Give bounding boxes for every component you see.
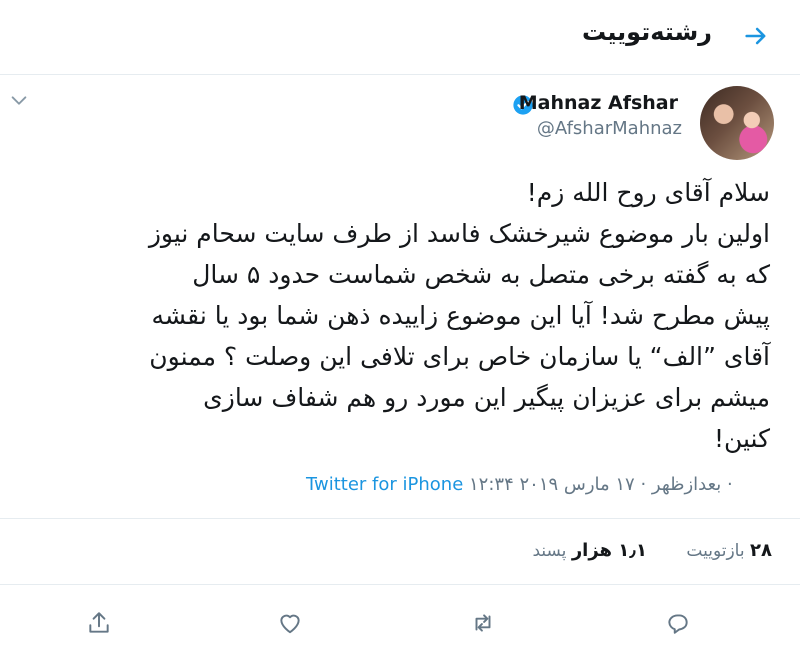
likes-label: پسند [532,541,567,561]
thread-header: رشته‌توییت [0,0,800,75]
page-title: رشته‌توییت [581,18,712,46]
share-icon[interactable] [86,610,112,636]
author-name[interactable]: Mahnaz Afshar [519,92,678,114]
tweet-meta: Twitter for iPhone ۱۲:۳۴ بعدازظهر · ۱۷ م… [306,474,733,495]
retweets-label: بازتوییت [686,541,745,561]
back-arrow-icon[interactable] [742,22,770,50]
tweet-stats: ۲۸ بازتوییت ۱٫۱ هزار پسند [498,540,772,561]
tweet-text-line: کنین! [713,424,770,453]
author-handle[interactable]: @AfsharMahnaz [537,118,682,139]
like-icon[interactable] [277,610,303,636]
likes-count: ۱٫۱ هزار [571,540,647,561]
tweet-text-line: سلام آقای روح الله زم! [526,178,770,207]
tweet-text-line: آقای ”الف“ یا سازمان خاص برای تلافی این … [149,342,770,371]
retweets-stat[interactable]: ۲۸ بازتوییت [681,540,772,561]
tweet-text-line: اولین بار موضوع شیرخشک فاسد از طرف سایت … [148,219,770,248]
tweet-source-link[interactable]: Twitter for iPhone [306,474,463,495]
tweet-text-line: که به گفته برخی متصل به شخص شماست حدود ۵… [192,260,770,289]
divider [0,518,800,519]
retweet-icon[interactable] [470,610,496,636]
avatar[interactable] [700,86,774,160]
likes-stat[interactable]: ۱٫۱ هزار پسند [532,540,647,561]
retweets-count: ۲۸ [750,540,772,561]
tweet-timestamp[interactable]: ۱۲:۳۴ بعدازظهر · ۱۷ مارس ۲۰۱۹ · [469,474,733,495]
tweet-text-line: پیش مطرح شد! آیا این موضوع زاییده ذهن شم… [151,301,770,330]
reply-icon[interactable] [665,610,691,636]
chevron-down-icon[interactable] [8,92,30,110]
tweet-text: سلام آقای روح الله زم! اولین بار موضوع ش… [30,172,770,459]
tweet-text-line: میشم برای عزیزان پیگیر این مورد رو هم شف… [203,383,770,412]
tweet-actions [0,600,800,644]
divider [0,584,800,585]
